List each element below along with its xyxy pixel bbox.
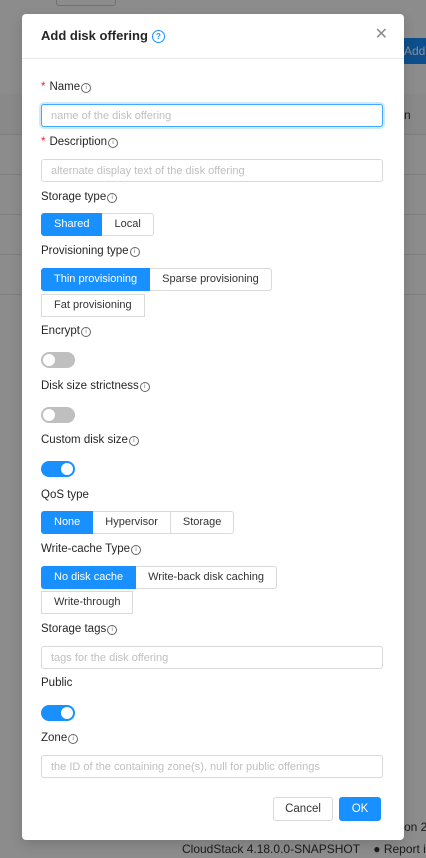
info-circle-icon: i (107, 625, 118, 635)
dialog-title: Add disk offering? (41, 28, 165, 44)
write-cache-type-label: Write-cache Type i (41, 543, 142, 555)
provisioning-type-label-text: Provisioning type (41, 245, 129, 257)
qos-none[interactable]: None (41, 511, 94, 534)
qos-type-label-text: QoS type (41, 489, 89, 501)
write-cache-writethrough[interactable]: Write-through (41, 591, 134, 614)
name-input[interactable] (41, 104, 383, 127)
info-circle-icon: i (129, 247, 140, 257)
write-cache-type-radio-group-row2: Write-through (41, 591, 134, 614)
storage-tags-label-text: Storage tags (41, 623, 107, 635)
storage-type-local[interactable]: Local (101, 213, 154, 236)
description-label-text: Description (49, 136, 108, 148)
zone-label-text: Zone (41, 732, 68, 744)
zone-label: Zone i (41, 732, 79, 744)
disk-size-strictness-label: Disk size strictness i (41, 380, 150, 392)
qos-storage[interactable]: Storage (169, 511, 235, 534)
provisioning-sparse[interactable]: Sparse provisioning (149, 268, 272, 291)
dialog-footer: Cancel OK (22, 788, 404, 840)
storage-type-label-text: Storage type (41, 191, 107, 203)
storage-type-radio-group: Shared Local (41, 213, 154, 236)
toggle-knob (61, 463, 73, 475)
write-cache-type-radio-group: No disk cache Write-back disk caching (41, 566, 278, 589)
info-circle-icon: i (81, 327, 91, 337)
cancel-button[interactable]: Cancel (273, 797, 333, 821)
custom-disk-size-label-text: Custom disk size (41, 434, 128, 446)
toggle-knob (61, 707, 73, 719)
info-circle-icon: i (128, 436, 139, 446)
encrypt-label-text: Encrypt (41, 325, 80, 337)
qos-hypervisor[interactable]: Hypervisor (92, 511, 171, 534)
zone-input[interactable] (41, 755, 383, 778)
provisioning-type-radio-group: Thin provisioning Sparse provisioning (41, 268, 272, 291)
name-label: * Name i (41, 81, 92, 93)
disk-size-strictness-label-text: Disk size strictness (41, 380, 139, 392)
storage-type-label: Storage type i (41, 191, 118, 203)
write-cache-writeback[interactable]: Write-back disk caching (135, 566, 278, 589)
write-cache-none[interactable]: No disk cache (41, 566, 137, 589)
toggle-knob (43, 409, 55, 421)
storage-tags-input[interactable] (41, 646, 383, 669)
custom-disk-size-label: Custom disk size i (41, 434, 139, 446)
description-input[interactable] (41, 159, 383, 182)
custom-disk-size-toggle[interactable] (41, 461, 75, 477)
name-label-text: Name (49, 81, 81, 93)
description-label: * Description i (41, 136, 119, 148)
provisioning-type-label: Provisioning type i (41, 245, 140, 257)
toggle-knob (43, 354, 55, 366)
write-cache-type-label-text: Write-cache Type (41, 543, 131, 555)
info-circle-icon: i (108, 138, 119, 148)
qos-type-label: QoS type (41, 489, 89, 501)
dialog-header: Add disk offering? ✕ (22, 14, 404, 59)
info-circle-icon: i (68, 734, 79, 744)
provisioning-fat[interactable]: Fat provisioning (41, 294, 145, 317)
add-disk-offering-dialog: Add disk offering? ✕ *Namei *Description… (22, 14, 404, 840)
provisioning-thin[interactable]: Thin provisioning (41, 268, 151, 291)
dialog-title-text: Add disk offering (41, 28, 148, 43)
qos-type-radio-group: None Hypervisor Storage (41, 511, 235, 534)
encrypt-label: Encrypt i (41, 325, 91, 337)
info-circle-icon: i (131, 545, 142, 555)
ok-button[interactable]: OK (339, 797, 381, 821)
storage-tags-label: Storage tags i (41, 623, 118, 635)
disk-size-strictness-toggle[interactable] (41, 407, 75, 423)
storage-type-shared[interactable]: Shared (41, 213, 103, 236)
info-circle-icon: i (107, 193, 118, 203)
info-circle-icon: i (81, 83, 92, 93)
encrypt-toggle[interactable] (41, 352, 75, 368)
public-label: Public (41, 677, 72, 689)
provisioning-type-radio-group-row2: Fat provisioning (41, 294, 145, 317)
info-circle-icon: i (139, 382, 150, 392)
question-circle-icon[interactable]: ? (151, 30, 165, 44)
close-icon[interactable]: ✕ (375, 26, 388, 44)
public-label-text: Public (41, 677, 73, 689)
public-toggle[interactable] (41, 705, 75, 721)
